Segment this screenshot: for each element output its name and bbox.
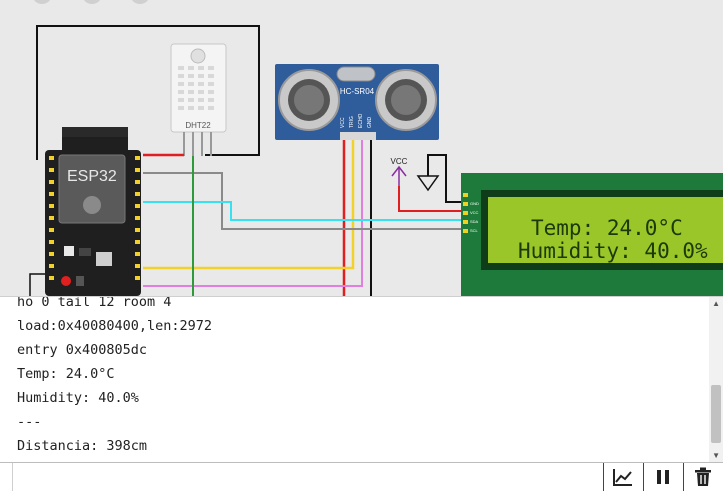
lcd-pin-scl: SCL <box>470 228 479 233</box>
dht22-sensor[interactable]: DHT22 <box>170 43 227 156</box>
serial-line: Temp: 24.0°C <box>17 366 115 382</box>
serial-scrollbar[interactable]: ▲ ▼ <box>709 297 723 463</box>
toolbar-circle-2[interactable] <box>82 0 102 4</box>
scroll-thumb[interactable] <box>711 385 721 443</box>
scroll-up-icon[interactable]: ▲ <box>712 299 720 308</box>
vcc-symbol[interactable]: VCC <box>391 157 408 186</box>
serial-line: ho 0 tail 12 room 4 <box>17 296 172 310</box>
sonar-pin-gnd: GND <box>367 117 373 129</box>
serial-monitor[interactable]: ho 0 tail 12 room 4 load:0x40080400,len:… <box>0 296 723 463</box>
scroll-down-icon[interactable]: ▼ <box>712 451 720 460</box>
serial-line: load:0x40080400,len:2972 <box>17 318 213 334</box>
gnd-symbol[interactable] <box>416 154 466 203</box>
vcc-label: VCC <box>391 157 408 166</box>
esp32-board[interactable]: ESP32 <box>45 127 141 296</box>
esp32-label: ESP32 <box>67 168 117 185</box>
toolbar-circle-1[interactable] <box>32 0 52 4</box>
serial-line: --- <box>17 414 42 430</box>
wire-red-lcd[interactable] <box>398 186 466 212</box>
chart-icon <box>613 469 632 486</box>
lcd-pin-vcc: VCC <box>470 210 479 215</box>
pause-icon <box>657 470 669 484</box>
circuit-diagram: DHT22 HC-SR04 VCC TRIG ECHO GND VCC ESP3… <box>29 0 723 296</box>
lcd-line-2: Humidity: 40.0% <box>518 239 708 263</box>
pause-button[interactable] <box>643 463 682 491</box>
lcd-pin-gnd: GND <box>470 201 479 206</box>
lcd-pin-sda: SDA <box>470 219 479 224</box>
dht22-label: DHT22 <box>185 121 211 130</box>
serial-input-bar <box>0 462 723 492</box>
serial-line: Distancia: 398cm <box>17 438 148 454</box>
sonar-pin-vcc: VCC <box>340 117 346 128</box>
sonar-pin-echo: ECHO <box>358 113 364 128</box>
simulation-canvas[interactable]: DHT22 HC-SR04 VCC TRIG ECHO GND VCC ESP3… <box>0 0 723 296</box>
serial-line: entry 0x400805dc <box>17 342 148 358</box>
wire-yellow[interactable] <box>143 140 355 270</box>
hcsr04-sensor[interactable]: HC-SR04 VCC TRIG ECHO GND <box>275 64 439 140</box>
clear-button[interactable] <box>683 463 722 491</box>
toolbar-circle-3[interactable] <box>130 0 150 4</box>
hcsr04-label: HC-SR04 <box>340 87 375 96</box>
wire-black-esp[interactable] <box>29 273 45 296</box>
serial-input[interactable] <box>12 463 602 491</box>
serial-line: Humidity: 40.0% <box>17 390 139 406</box>
chart-button[interactable] <box>603 463 642 491</box>
trash-icon <box>695 467 711 486</box>
sonar-pin-trig: TRIG <box>349 116 355 128</box>
lcd-display[interactable]: GND VCC SDA SCL Temp: 24.0°C Humidity: 4… <box>461 173 723 296</box>
lcd-line-1: Temp: 24.0°C <box>531 216 683 240</box>
wire-pink[interactable] <box>143 140 363 287</box>
